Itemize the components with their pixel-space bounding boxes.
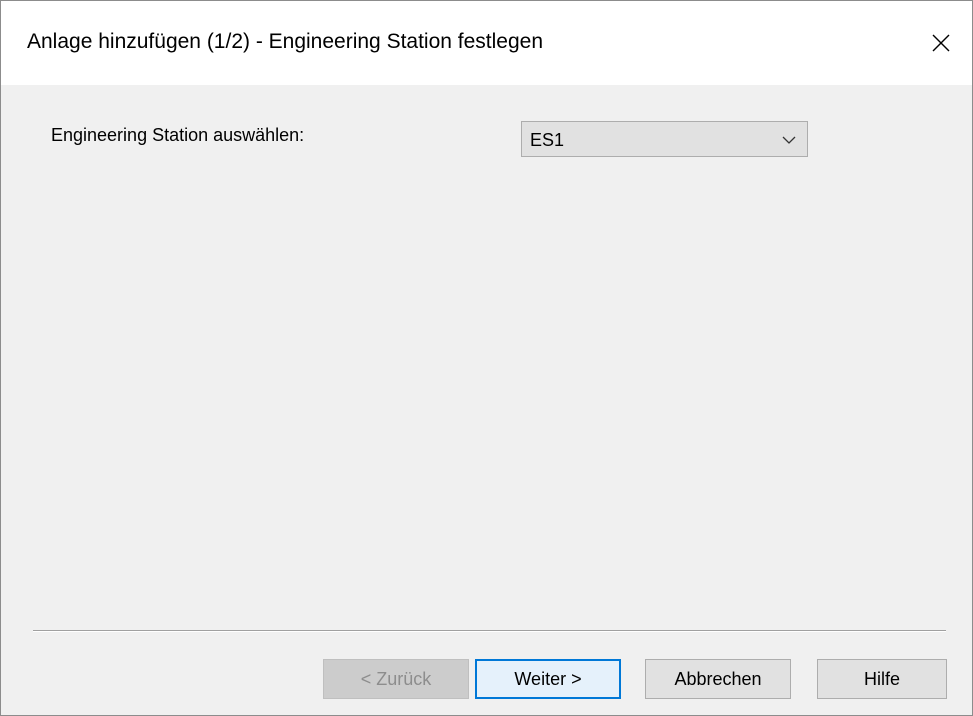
next-button[interactable]: Weiter > (475, 659, 621, 699)
station-label: Engineering Station auswählen: (51, 125, 305, 145)
help-button[interactable]: Hilfe (817, 659, 947, 699)
dialog-title: Anlage hinzufügen (1/2) - Engineering St… (27, 30, 544, 53)
station-dropdown[interactable]: ES1 (521, 121, 808, 157)
title-bar: Anlage hinzufügen (1/2) - Engineering St… (1, 1, 972, 85)
back-button[interactable]: < Zurück (323, 659, 469, 699)
close-button[interactable] (910, 1, 972, 85)
dialog-content: Engineering Station auswählen: ES1 < Zur… (1, 85, 972, 715)
dialog-window: Anlage hinzufügen (1/2) - Engineering St… (0, 0, 973, 716)
separator-line (33, 630, 946, 632)
close-icon (932, 34, 950, 52)
chevron-down-icon (781, 133, 797, 151)
station-dropdown-value: ES1 (530, 130, 565, 150)
cancel-button[interactable]: Abbrechen (645, 659, 791, 699)
